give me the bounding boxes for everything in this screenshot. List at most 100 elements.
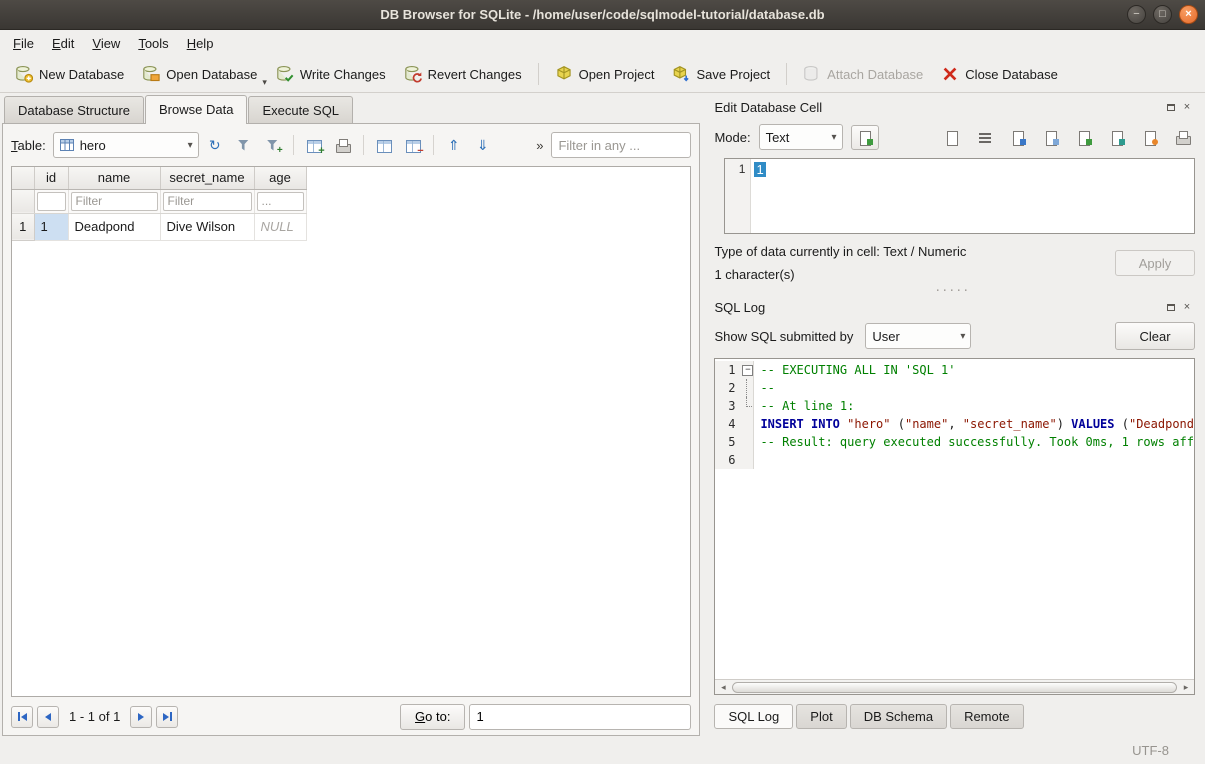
minimize-icon[interactable]: − [1127,5,1146,24]
paste-cell-icon[interactable] [1039,125,1063,149]
menu-help[interactable]: Help [178,32,223,55]
scrollbar-thumb[interactable] [732,682,1177,693]
copy-cell-icon[interactable] [1006,125,1030,149]
float-panel-icon[interactable] [1163,300,1179,314]
close-database-button[interactable]: Close Database [932,59,1067,89]
tab-execute-sql[interactable]: Execute SQL [248,96,353,123]
horizontal-scrollbar[interactable]: ◂ ▸ [715,679,1194,694]
duplicate-record-icon[interactable] [371,132,397,158]
close-panel-icon[interactable]: × [1179,100,1195,114]
clear-button[interactable]: Clear [1115,322,1195,350]
toolbar-overflow-chevron[interactable]: » [531,138,548,153]
write-changes-button[interactable]: Write Changes [267,59,395,89]
print-rows-icon[interactable] [330,132,356,158]
edit-cell-header: Edit Database Cell × [708,97,1197,117]
sort-desc-icon[interactable]: ⇓ [470,132,496,158]
maximize-icon[interactable]: □ [1153,5,1172,24]
open-project-button[interactable]: Open Project [546,59,664,89]
set-null-icon[interactable] [1138,125,1162,149]
save-filter-icon[interactable] [260,132,286,158]
tab-browse-data[interactable]: Browse Data [145,95,247,124]
refresh-icon[interactable]: ↻ [202,132,228,158]
tab-database-structure[interactable]: Database Structure [4,96,144,123]
open-database-icon [142,65,160,83]
mode-select[interactable]: Text ▾ [759,124,843,150]
text-document-icon[interactable] [940,125,964,149]
insert-record-icon[interactable] [301,132,327,158]
new-database-button[interactable]: New Database [6,59,133,89]
open-database-button[interactable]: Open Database [133,59,266,89]
table-select[interactable]: hero ▾ [53,132,199,158]
menu-view[interactable]: View [83,32,129,55]
print-cell-icon[interactable] [1171,125,1195,149]
cell-id[interactable]: 1 [34,213,68,240]
previous-page-button[interactable] [37,706,59,728]
column-header-id[interactable]: id [34,167,68,189]
sql-log-lines[interactable]: 1-- EXECUTING ALL IN 'SQL 1'2--3-- At li… [715,359,1194,679]
sort-asc-icon[interactable]: ⇑ [441,132,467,158]
goto-input[interactable] [469,704,691,730]
last-page-button[interactable] [156,706,178,728]
save-project-icon [672,65,690,83]
cell-age[interactable]: NULL [254,213,306,240]
tab-remote[interactable]: Remote [950,704,1024,729]
window-controls: − □ × [1127,5,1198,24]
menu-file[interactable]: File [4,32,43,55]
main-area: Database Structure Browse Data Execute S… [0,93,1205,736]
revert-changes-button[interactable]: Revert Changes [395,59,531,89]
fold-gutter [739,415,754,433]
sql-log-line: 1-- EXECUTING ALL IN 'SQL 1' [715,361,1194,379]
scroll-right-icon[interactable]: ▸ [1178,680,1194,695]
import-from-file-icon[interactable] [1072,125,1096,149]
fold-marker-icon[interactable] [739,361,754,379]
column-header-secret-name[interactable]: secret_name [160,167,254,189]
sql-log-line: 2-- [715,379,1194,397]
data-grid[interactable]: id name secret_name age 1 1 [11,166,691,697]
sql-log-code: -- [754,379,774,397]
filter-input-secret-name[interactable] [163,192,252,211]
scroll-left-icon[interactable]: ◂ [715,680,731,695]
filter-any-input[interactable] [551,132,691,158]
next-page-button[interactable] [130,706,152,728]
close-window-icon[interactable]: × [1179,5,1198,24]
filter-input-age[interactable] [257,192,304,211]
cell-info-row: Type of data currently in cell: Text / N… [708,240,1197,282]
cell-name[interactable]: Deadpond [68,213,160,240]
filter-input-id[interactable] [37,192,66,211]
encoding-label: UTF-8 [1132,743,1169,758]
cell-secret-name[interactable]: Dive Wilson [160,213,254,240]
submitted-by-select[interactable]: User ▾ [865,323,971,349]
tab-db-schema[interactable]: DB Schema [850,704,947,729]
cell-editor-line-number: 1 [725,159,751,233]
fold-marker-icon [739,397,754,415]
open-in-external-icon[interactable] [851,125,879,150]
mode-select-value: Text [766,130,790,145]
save-project-button[interactable]: Save Project [663,59,779,89]
tab-sql-log[interactable]: SQL Log [714,704,793,729]
toolbar-separator [293,135,294,155]
float-panel-icon[interactable] [1163,100,1179,114]
first-page-button[interactable] [11,706,33,728]
cell-editor-content[interactable]: 1 [751,159,768,233]
filter-input-name[interactable] [71,192,158,211]
goto-button[interactable]: Go to: [400,704,465,730]
titlebar[interactable]: DB Browser for SQLite - /home/user/code/… [0,0,1205,30]
attach-database-button: Attach Database [794,59,932,89]
delete-record-icon[interactable] [400,132,426,158]
close-panel-icon[interactable]: × [1179,300,1195,314]
row-number[interactable]: 1 [12,213,34,240]
line-number: 6 [715,451,739,469]
table-label: Table: [11,138,46,153]
clear-all-filters-icon[interactable] [231,132,257,158]
filter-row-header [12,189,34,213]
menu-tools[interactable]: Tools [129,32,177,55]
word-wrap-icon[interactable] [973,125,997,149]
export-to-file-icon[interactable] [1105,125,1129,149]
menu-edit[interactable]: Edit [43,32,83,55]
cell-editor[interactable]: 1 1 [724,158,1195,234]
column-header-name[interactable]: name [68,167,160,189]
tab-plot[interactable]: Plot [796,704,846,729]
section-resize-handle[interactable] [708,282,1197,297]
column-header-age[interactable]: age [254,167,306,189]
left-pane: Database Structure Browse Data Execute S… [0,93,703,736]
